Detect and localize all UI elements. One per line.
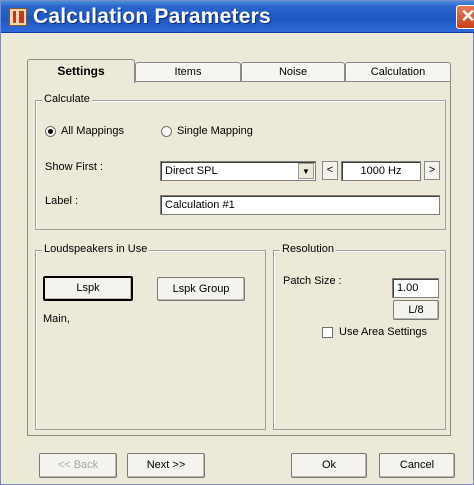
calculate-group-title: Calculate	[42, 93, 92, 105]
show-first-select[interactable]: Direct SPL ▼	[160, 161, 316, 181]
show-first-value: Direct SPL	[165, 165, 218, 177]
frequency-next-button[interactable]: >	[424, 161, 440, 180]
l8-button[interactable]: L/8	[393, 300, 439, 320]
title-bar[interactable]: Calculation Parameters ✕	[1, 1, 474, 33]
next-button[interactable]: Next >>	[127, 453, 205, 478]
single-mapping-radio-dot[interactable]	[161, 125, 172, 137]
all-mappings-label: All Mappings	[61, 125, 124, 137]
tab-strip: Settings Items Noise Calculation	[27, 59, 451, 83]
show-first-label: Show First :	[45, 161, 104, 173]
use-area-settings-label: Use Area Settings	[339, 326, 428, 338]
loudspeakers-group-title: Loudspeakers in Use	[42, 243, 150, 255]
resolution-group-title: Resolution	[280, 243, 336, 255]
loudspeakers-in-use-text: Main,	[43, 313, 70, 325]
tab-settings[interactable]: Settings	[27, 59, 135, 83]
close-icon: ✕	[460, 6, 474, 26]
label-label: Label :	[45, 195, 79, 207]
back-button[interactable]: << Back	[39, 453, 117, 478]
use-area-settings-box[interactable]	[322, 326, 333, 338]
ok-button[interactable]: Ok	[291, 453, 367, 478]
lspk-group-button[interactable]: Lspk Group	[157, 277, 245, 301]
tab-noise[interactable]: Noise	[241, 62, 345, 82]
lspk-button[interactable]: Lspk	[43, 276, 133, 301]
chevron-down-icon[interactable]: ▼	[298, 163, 314, 179]
tab-items[interactable]: Items	[135, 62, 241, 82]
use-area-settings-checkbox[interactable]: Use Area Settings	[322, 326, 427, 338]
calculate-group: Calculate All Mappings Single Mapping Sh…	[35, 93, 446, 230]
calculation-parameters-dialog: Calculation Parameters ✕ Settings Items …	[0, 0, 474, 485]
settings-panel: Calculate All Mappings Single Mapping Sh…	[27, 81, 451, 436]
frequency-prev-button[interactable]: <	[322, 161, 338, 180]
patch-size-input[interactable]: 1.00	[392, 278, 439, 298]
all-mappings-radio-dot[interactable]	[45, 125, 56, 137]
patch-size-label: Patch Size :	[283, 275, 342, 287]
tab-calculation[interactable]: Calculation	[345, 62, 451, 82]
single-mapping-radio[interactable]: Single Mapping	[161, 125, 253, 137]
loudspeakers-group: Loudspeakers in Use Lspk Lspk Group Main…	[35, 243, 266, 430]
app-logo-icon	[9, 8, 27, 26]
cancel-button[interactable]: Cancel	[379, 453, 455, 478]
label-input[interactable]: Calculation #1	[160, 195, 440, 215]
window-title: Calculation Parameters	[33, 5, 271, 28]
frequency-field[interactable]: 1000 Hz	[341, 161, 421, 181]
all-mappings-radio[interactable]: All Mappings	[45, 125, 124, 137]
resolution-group: Resolution Patch Size : 1.00 L/8 Use Are…	[273, 243, 446, 430]
close-button[interactable]: ✕	[456, 5, 474, 29]
single-mapping-label: Single Mapping	[177, 125, 253, 137]
